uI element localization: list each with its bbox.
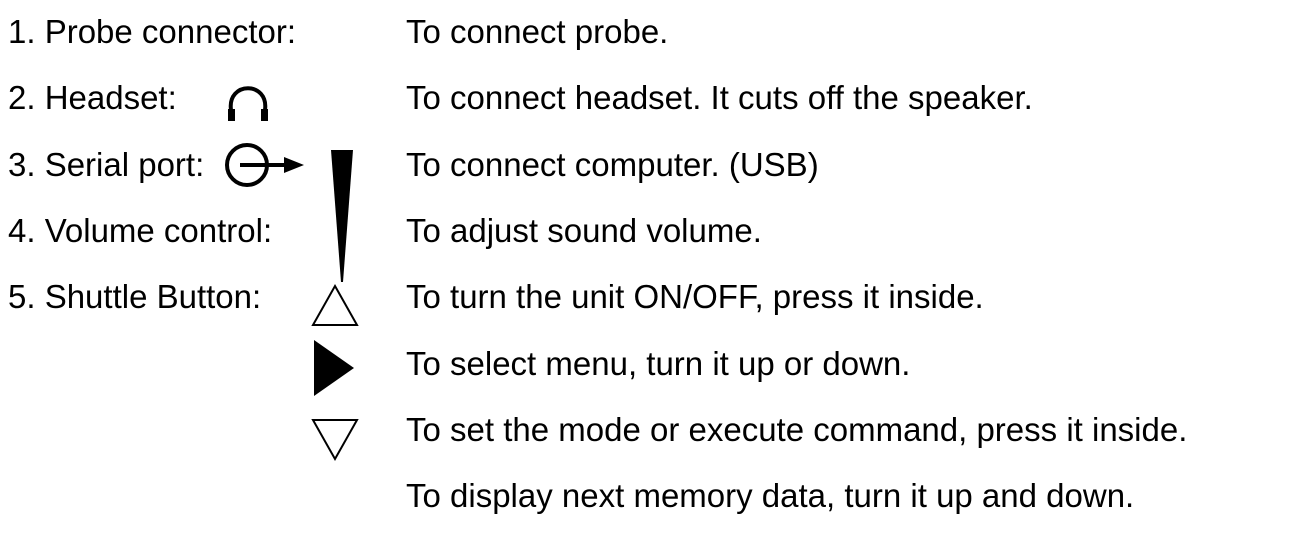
triangle-down-outline-icon (311, 419, 359, 462)
triangle-right-filled-icon (314, 340, 354, 396)
desc-shuttle-memory: To display next memory data, turn it up … (406, 477, 1135, 514)
desc-headset: To connect headset. It cuts off the spea… (406, 79, 1033, 116)
label-probe-connector: 1. Probe connector: (8, 13, 297, 50)
desc-serial-port: To connect computer. (USB) (406, 146, 819, 183)
triangle-up-outline-icon (311, 283, 359, 326)
label-shuttle-button: 5. Shuttle Button: (8, 278, 262, 315)
desc-shuttle-button: To turn the unit ON/OFF, press it inside… (406, 278, 984, 315)
desc-shuttle-turn: To select menu, turn it up or down. (406, 345, 911, 382)
label-serial-port: 3. Serial port: (8, 146, 205, 183)
desc-volume-control: To adjust sound volume. (406, 212, 762, 249)
desc-probe-connector: To connect probe. (406, 13, 669, 50)
label-headset: 2. Headset: (8, 79, 177, 116)
desc-shuttle-press: To set the mode or execute command, pres… (406, 411, 1188, 448)
serial-port-icon (225, 143, 304, 187)
label-volume-control: 4. Volume control: (8, 212, 273, 249)
volume-wedge-icon (331, 150, 353, 282)
headset-icon (228, 86, 268, 121)
